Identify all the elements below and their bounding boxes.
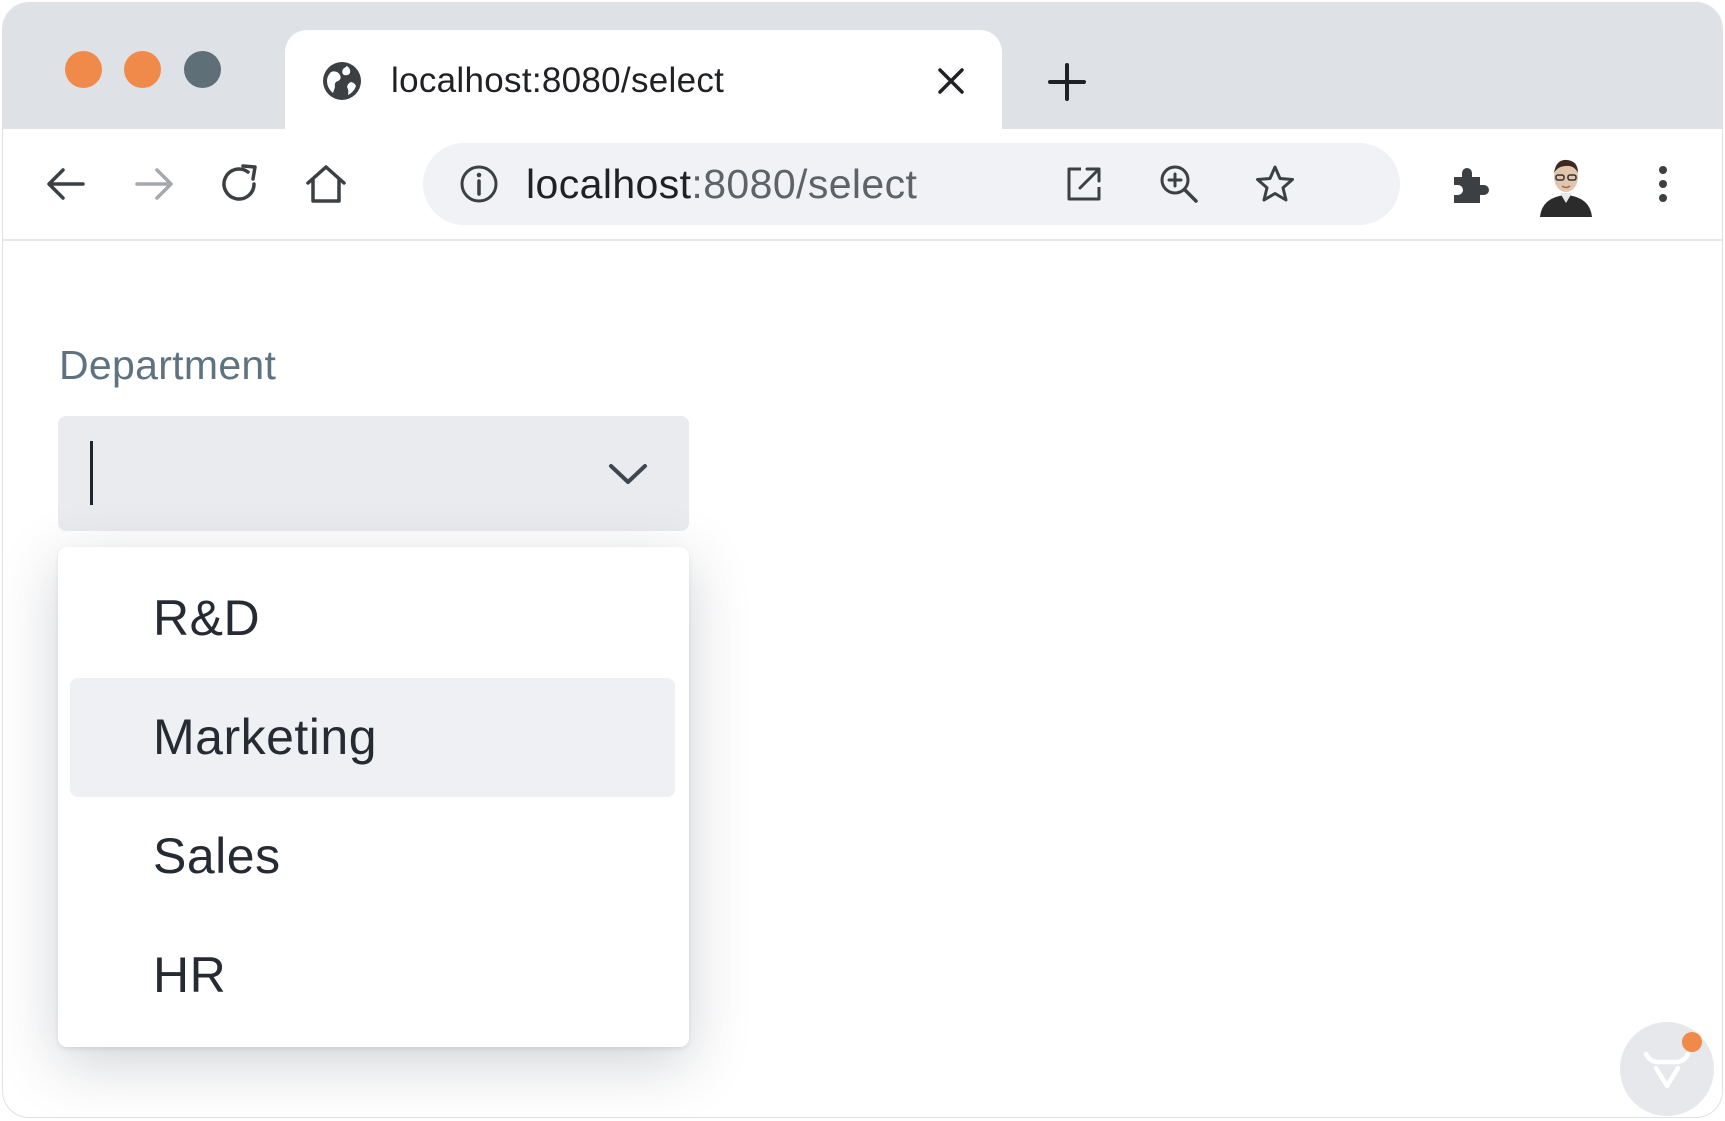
vaadin-logo-icon bbox=[1643, 1051, 1691, 1089]
extensions-puzzle-icon[interactable] bbox=[1446, 161, 1492, 207]
option-label: HR bbox=[153, 947, 227, 1003]
forward-arrow-icon[interactable] bbox=[131, 161, 177, 207]
globe-icon bbox=[323, 62, 361, 100]
tab-strip: localhost:8080/select bbox=[3, 3, 1722, 129]
option-marketing[interactable]: Marketing bbox=[70, 678, 675, 797]
chevron-down-icon[interactable] bbox=[606, 454, 650, 494]
browser-window: localhost:8080/select localhost:8080/sel… bbox=[3, 3, 1722, 1117]
option-rnd[interactable]: R&D bbox=[70, 559, 675, 678]
close-icon[interactable] bbox=[935, 65, 967, 97]
window-maximize-button[interactable] bbox=[184, 51, 221, 88]
option-label: Marketing bbox=[153, 709, 378, 765]
option-label: Sales bbox=[153, 828, 281, 884]
info-icon[interactable] bbox=[459, 164, 499, 204]
menu-dots-icon[interactable] bbox=[1640, 161, 1686, 207]
department-dropdown-overlay: R&D Marketing Sales HR bbox=[58, 547, 689, 1047]
new-tab-plus-icon[interactable] bbox=[1047, 62, 1087, 102]
open-external-icon[interactable] bbox=[1063, 163, 1105, 205]
url-text: localhost:8080/select bbox=[526, 161, 917, 208]
bookmark-star-icon[interactable] bbox=[1254, 163, 1296, 205]
option-label: R&D bbox=[153, 590, 261, 646]
home-icon[interactable] bbox=[303, 161, 349, 207]
browser-toolbar: localhost:8080/select bbox=[3, 129, 1722, 241]
text-caret bbox=[90, 441, 93, 505]
notification-dot bbox=[1682, 1032, 1702, 1052]
department-label: Department bbox=[59, 342, 277, 388]
dev-tools-badge[interactable] bbox=[1620, 1022, 1714, 1116]
option-sales[interactable]: Sales bbox=[70, 797, 675, 916]
tab-active[interactable]: localhost:8080/select bbox=[285, 30, 1002, 129]
back-arrow-icon[interactable] bbox=[43, 161, 89, 207]
page-content: Department R&D Marketing Sales HR bbox=[3, 241, 1722, 1117]
profile-avatar[interactable] bbox=[1536, 153, 1596, 217]
window-close-button[interactable] bbox=[65, 51, 102, 88]
reload-icon[interactable] bbox=[217, 161, 263, 207]
address-bar[interactable]: localhost:8080/select bbox=[423, 143, 1400, 225]
tab-title: localhost:8080/select bbox=[391, 61, 725, 100]
zoom-icon[interactable] bbox=[1158, 163, 1200, 205]
url-path: :8080/select bbox=[691, 161, 918, 207]
option-hr[interactable]: HR bbox=[70, 916, 675, 1035]
department-combo-box[interactable] bbox=[58, 416, 689, 531]
url-host: localhost bbox=[526, 161, 692, 207]
window-minimize-button[interactable] bbox=[124, 51, 161, 88]
